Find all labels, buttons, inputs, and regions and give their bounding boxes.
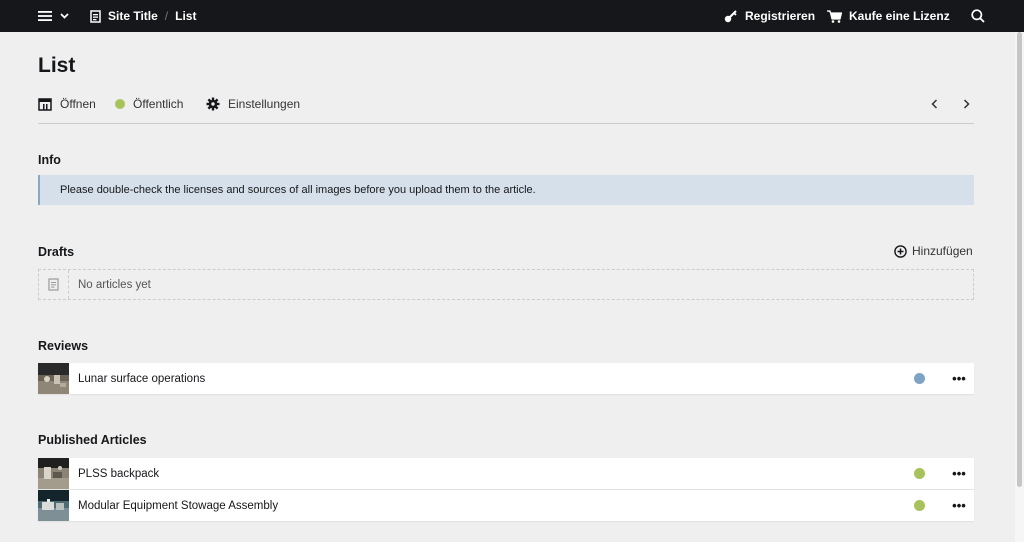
breadcrumb-separator: / xyxy=(164,9,169,23)
empty-text: No articles yet xyxy=(78,278,151,291)
article-thumbnail xyxy=(38,458,69,489)
chevron-left-icon xyxy=(931,99,938,109)
info-message: Please double-check the licenses and sou… xyxy=(60,184,536,196)
buy-license-button[interactable]: Kaufe eine Lizenz xyxy=(827,0,950,32)
search-icon xyxy=(971,9,985,23)
breadcrumb-site-title[interactable]: Site Title xyxy=(108,9,158,23)
list-item[interactable]: Lunar surface operations ••• xyxy=(38,363,974,394)
reviews-section-title: Reviews xyxy=(38,339,89,353)
list-item[interactable]: PLSS backpack ••• xyxy=(38,458,974,489)
info-section-title: Info xyxy=(38,153,61,167)
list-item-label: Modular Equipment Stowage Assembly xyxy=(78,499,279,512)
drafts-empty-state: No articles yet xyxy=(38,269,974,300)
chevron-down-icon xyxy=(60,13,69,19)
page-title: List xyxy=(38,54,76,77)
chevron-right-icon xyxy=(963,99,970,109)
add-label: Hinzufügen xyxy=(912,244,973,258)
article-thumbnail xyxy=(38,363,69,394)
search-button[interactable] xyxy=(971,0,985,32)
gear-icon xyxy=(206,97,220,111)
status-button[interactable]: Öffentlich xyxy=(115,94,183,114)
page-header-bar: Öffnen Öffentlich Einstellungen xyxy=(38,94,974,124)
status-dot-icon xyxy=(914,500,925,511)
cart-icon xyxy=(827,9,842,23)
open-button[interactable]: Öffnen xyxy=(38,94,96,114)
published-section-title: Published Articles xyxy=(38,433,147,447)
menu-toggle[interactable] xyxy=(38,0,69,32)
drafts-section-title: Drafts xyxy=(38,245,75,259)
breadcrumb: Site Title / List xyxy=(90,0,196,32)
license-label: Kaufe eine Lizenz xyxy=(849,9,950,23)
document-icon xyxy=(90,9,101,23)
open-label: Öffnen xyxy=(60,97,96,111)
top-bar: Site Title / List Registrieren Kaufe ein… xyxy=(0,0,1024,32)
article-thumbnail xyxy=(38,490,69,521)
previous-button[interactable] xyxy=(931,94,938,114)
status-dot-icon xyxy=(914,373,925,384)
add-draft-button[interactable]: Hinzufügen xyxy=(894,244,973,258)
info-message-box: Please double-check the licenses and sou… xyxy=(38,175,974,205)
scrollbar[interactable] xyxy=(1015,32,1024,542)
register-button[interactable]: Registrieren xyxy=(724,0,815,32)
list-item[interactable]: Modular Equipment Stowage Assembly ••• xyxy=(38,490,974,521)
more-options-button[interactable]: ••• xyxy=(944,498,974,513)
next-button[interactable] xyxy=(963,94,970,114)
status-dot-icon xyxy=(914,468,925,479)
more-options-button[interactable]: ••• xyxy=(944,466,974,481)
status-label: Öffentlich xyxy=(133,97,184,111)
empty-document-icon xyxy=(39,270,69,299)
menu-icon xyxy=(38,11,52,21)
key-icon xyxy=(724,10,737,23)
breadcrumb-current[interactable]: List xyxy=(175,9,196,23)
status-dot-icon xyxy=(115,99,125,109)
more-options-button[interactable]: ••• xyxy=(944,371,974,386)
list-item-label: Lunar surface operations xyxy=(78,372,206,385)
settings-label: Einstellungen xyxy=(228,97,301,111)
list-item-label: PLSS backpack xyxy=(78,467,160,480)
plus-circle-icon xyxy=(894,244,907,258)
settings-button[interactable]: Einstellungen xyxy=(206,94,300,114)
open-preview-icon xyxy=(38,97,52,111)
scrollbar-thumb[interactable] xyxy=(1017,32,1022,487)
register-label: Registrieren xyxy=(745,9,816,23)
